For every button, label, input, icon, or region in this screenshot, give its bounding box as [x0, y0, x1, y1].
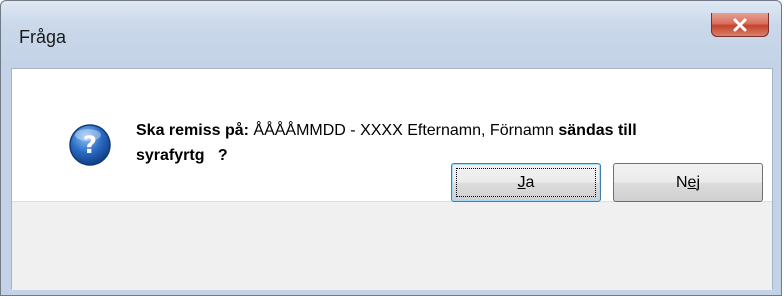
svg-text:?: ?: [83, 131, 97, 159]
title-bar[interactable]: Fråga: [1, 1, 781, 63]
window-title: Fråga: [19, 27, 67, 47]
message-prefix: Ska remiss på:: [136, 122, 254, 139]
yes-button[interactable]: Ja: [451, 163, 601, 202]
close-icon: [732, 18, 748, 32]
message-recipient: syrafyrtg ?: [136, 147, 228, 164]
button-area: [12, 201, 772, 290]
no-button[interactable]: Nej: [613, 163, 763, 202]
message-patient: ÅÅÅÅMMDD - XXXX Efternamn, Förnamn: [253, 122, 554, 139]
no-button-label: Nej: [675, 173, 701, 191]
close-button[interactable]: [711, 13, 769, 37]
dialog-window: Fråga ? Ska remiss på: ÅÅÅÅMMDD - XXXX E…: [0, 0, 782, 296]
focus-ring: [456, 168, 596, 197]
dialog-message: Ska remiss på: ÅÅÅÅMMDD - XXXX Efternamn…: [136, 118, 746, 168]
question-icon: ?: [68, 123, 112, 167]
message-suffix: sändas till: [553, 122, 637, 139]
